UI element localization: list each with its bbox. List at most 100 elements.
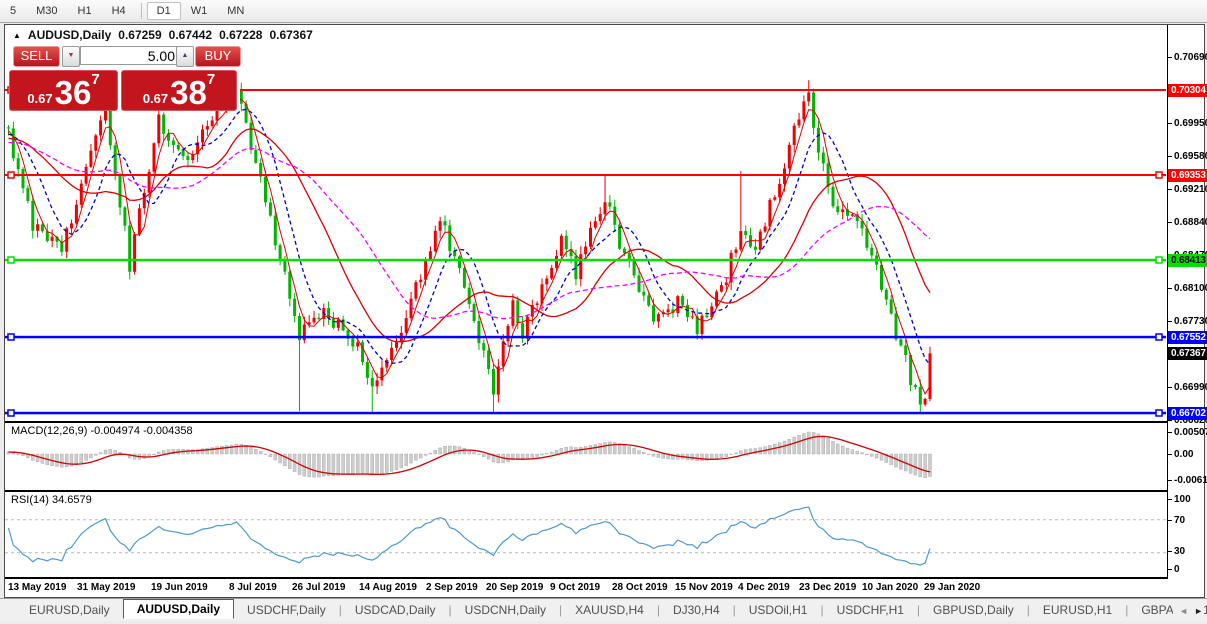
tab-usdchf-h1[interactable]: USDCHF,H1 xyxy=(824,600,917,620)
chart-window: 0.706900.699500.695800.692100.688400.684… xyxy=(4,24,1205,598)
buy-price-box[interactable]: 0.67 38 7 xyxy=(121,70,237,111)
tab-gbpusd-daily[interactable]: GBPUSD,Daily xyxy=(920,600,1027,620)
tab-eurusd-daily[interactable]: EURUSD,Daily xyxy=(16,600,123,620)
sell-button[interactable]: SELL xyxy=(13,46,60,67)
timeframe-d1[interactable]: D1 xyxy=(147,2,181,20)
timeframe-h4[interactable]: H4 xyxy=(102,2,136,20)
axis-tick-label: 0.68840 xyxy=(1174,217,1207,228)
axis-tick xyxy=(1168,387,1172,388)
axis-tick xyxy=(1168,454,1172,455)
one-click-trade-panel: SELL ▼ ▲ BUY 0.67 36 7 0.67 38 7 xyxy=(9,41,240,109)
mt4-terminal: { "toolbar": { "timeframe_groups": [["5"… xyxy=(0,0,1207,624)
axis-tick xyxy=(1168,123,1172,124)
chart-title: ▲ AUDUSD,Daily 0.67259 0.67442 0.67228 0… xyxy=(13,28,313,42)
buy-button[interactable]: BUY xyxy=(195,46,241,67)
tab-scroll-right-icon[interactable]: ► xyxy=(1194,604,1203,618)
volume-decrease-button[interactable]: ▼ xyxy=(62,46,80,67)
sell-price-prefix: 0.67 xyxy=(27,90,52,108)
symbol-period-label: AUDUSD,Daily xyxy=(28,28,111,42)
timeframe-w1[interactable]: W1 xyxy=(181,2,218,20)
date-tick-label: 2 Sep 2019 xyxy=(426,582,478,593)
axis-tick-label: 0.005076 xyxy=(1174,427,1207,438)
date-tick-label: 19 Jun 2019 xyxy=(151,582,208,593)
rsi-line xyxy=(9,507,931,565)
axis-tick xyxy=(1168,156,1172,157)
tab-xauusd-h4[interactable]: XAUUSD,H4 xyxy=(562,600,657,620)
sell-price-box[interactable]: 0.67 36 7 xyxy=(9,70,118,111)
date-tick-label: 20 Sep 2019 xyxy=(486,582,543,593)
axis-tick xyxy=(1168,480,1172,481)
tab-dj30-h4[interactable]: DJ30,H4 xyxy=(660,600,733,620)
timeframe-h1[interactable]: H1 xyxy=(68,2,102,20)
timeframe-mn[interactable]: MN xyxy=(217,2,254,20)
price-level-tag: 0.69353 xyxy=(1168,169,1207,182)
axis-tick-label: 0.69950 xyxy=(1174,118,1207,129)
volume-input[interactable] xyxy=(80,46,182,65)
axis-tick-label: 0.68100 xyxy=(1174,283,1207,294)
date-tick-label: 4 Dec 2019 xyxy=(738,582,790,593)
sell-price-pip: 7 xyxy=(91,72,99,87)
pane-splitter[interactable] xyxy=(5,490,1167,492)
axis-tick xyxy=(1168,569,1172,570)
window-collapse-icon[interactable]: ▲ xyxy=(13,31,21,40)
buy-price-prefix: 0.67 xyxy=(143,90,168,108)
axis-tick xyxy=(1168,57,1172,58)
tab-eurusd-h1[interactable]: EURUSD,H1 xyxy=(1030,600,1125,620)
axis-tick-label: -0.006148 xyxy=(1174,475,1207,486)
buy-price-big: 38 xyxy=(170,78,207,108)
date-tick-label: 29 Jan 2020 xyxy=(924,582,980,593)
candles-layer xyxy=(7,78,932,414)
pane-splitter[interactable] xyxy=(5,421,1167,423)
date-tick-label: 23 Dec 2019 xyxy=(799,582,856,593)
rsi-label: RSI(14) 34.6579 xyxy=(11,494,92,506)
ohlc-low: 0.67228 xyxy=(219,28,262,42)
axis-tick-label: 0.69210 xyxy=(1174,184,1207,195)
price-level-tag: 0.66702 xyxy=(1168,407,1207,420)
timeframe-m30[interactable]: M30 xyxy=(26,2,67,20)
sell-price-big: 36 xyxy=(55,78,92,108)
tab-usdcad-daily[interactable]: USDCAD,Daily xyxy=(342,600,449,620)
macd-label: MACD(12,26,9) -0.004974 -0.004358 xyxy=(11,425,193,437)
macd-signal-line xyxy=(9,436,931,474)
price-level-tag: 0.67552 xyxy=(1168,331,1207,344)
axis-tick-label: 0.70690 xyxy=(1174,52,1207,63)
date-axis-line xyxy=(5,577,1167,579)
date-tick-label: 14 Aug 2019 xyxy=(359,582,417,593)
timeframe-bar: 5M30H1H4 D1W1MN xyxy=(0,0,1207,23)
date-tick-label: 13 May 2019 xyxy=(8,582,66,593)
date-tick-label: 28 Oct 2019 xyxy=(612,582,668,593)
axis-tick xyxy=(1168,499,1172,500)
axis-tick xyxy=(1168,288,1172,289)
ohlc-close: 0.67367 xyxy=(269,28,312,42)
tab-usdchf-daily[interactable]: USDCHF,Daily xyxy=(234,600,339,620)
axis-tick-label: 100 xyxy=(1174,494,1191,505)
tab-scroll-left-icon[interactable]: ◄ xyxy=(1179,604,1188,618)
axis-tick-label: 0.66990 xyxy=(1174,382,1207,393)
axis-tick xyxy=(1168,432,1172,433)
moving-average-lines xyxy=(9,99,931,394)
axis-tick xyxy=(1168,189,1172,190)
tab-audusd-daily[interactable]: AUDUSD,Daily xyxy=(123,599,234,619)
volume-increase-button[interactable]: ▲ xyxy=(176,46,194,67)
price-level-tag: 0.67367 xyxy=(1168,347,1207,360)
axis-tick-label: 0 xyxy=(1174,564,1180,575)
date-tick-label: 26 Jul 2019 xyxy=(292,582,345,593)
date-tick-label: 10 Jan 2020 xyxy=(862,582,918,593)
ohlc-open: 0.67259 xyxy=(118,28,161,42)
date-tick-label: 8 Jul 2019 xyxy=(229,582,277,593)
axis-tick-label: 70 xyxy=(1174,515,1185,526)
price-axis[interactable]: 0.706900.699500.695800.692100.688400.684… xyxy=(1167,25,1204,579)
axis-tick xyxy=(1168,420,1172,421)
axis-tick-label: 0.67730 xyxy=(1174,316,1207,327)
tab-usdcnh-daily[interactable]: USDCNH,Daily xyxy=(452,600,559,620)
price-level-tag: 0.70304 xyxy=(1168,84,1207,97)
date-tick-label: 15 Nov 2019 xyxy=(675,582,733,593)
date-tick-label: 31 May 2019 xyxy=(77,582,135,593)
timeframe-5[interactable]: 5 xyxy=(0,2,26,20)
macd-histogram xyxy=(7,432,932,478)
ohlc-high: 0.67442 xyxy=(169,28,212,42)
axis-tick xyxy=(1168,222,1172,223)
tab-scroll-arrows: ◄ ► xyxy=(1173,604,1203,618)
tab-usdoil-h1[interactable]: USDOil,H1 xyxy=(736,600,821,620)
axis-tick xyxy=(1168,520,1172,521)
